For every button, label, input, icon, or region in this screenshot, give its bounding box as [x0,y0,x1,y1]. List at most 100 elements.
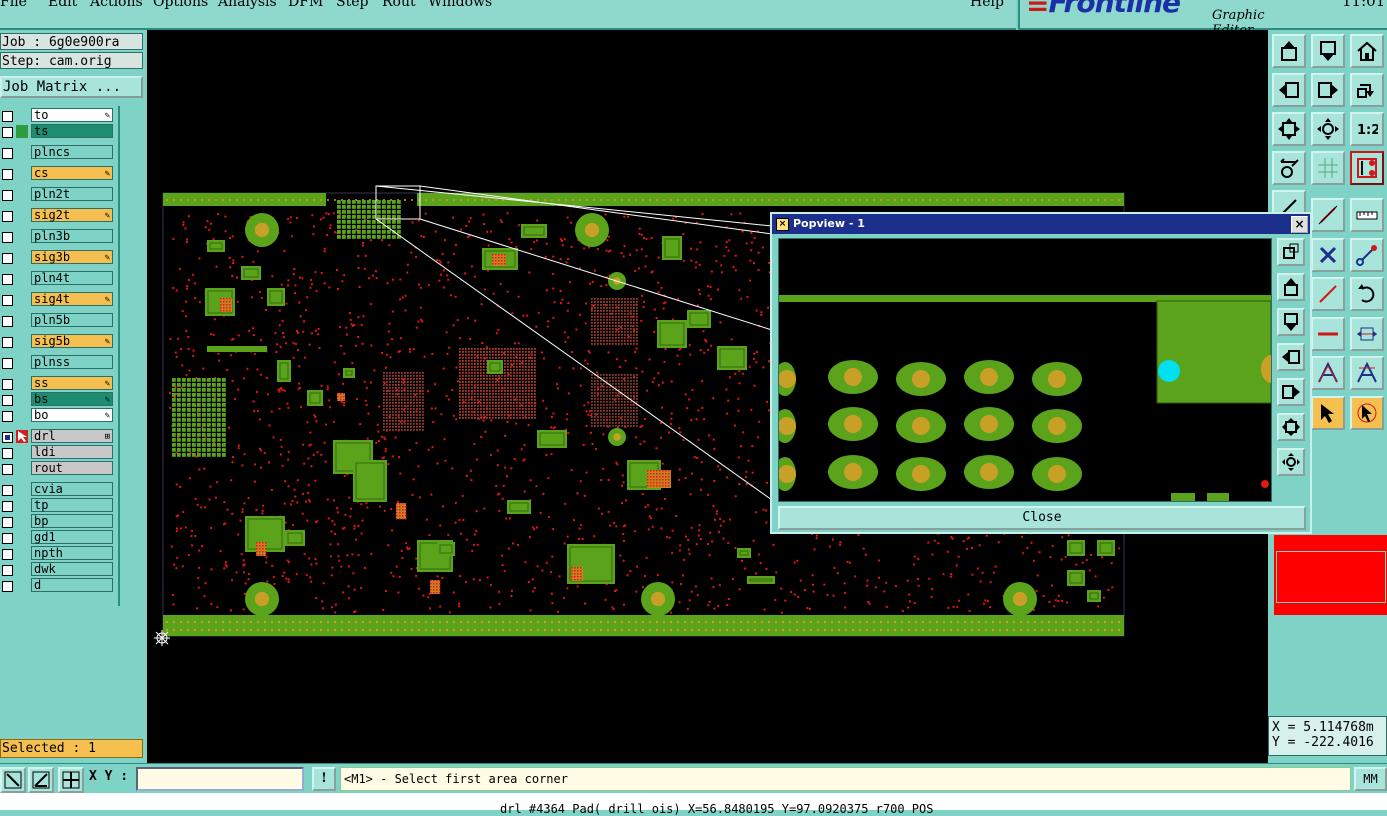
layer-name[interactable]: ss ✎ [31,376,113,390]
execute-button[interactable]: ! [312,767,336,791]
layer-name[interactable]: pln3b [31,229,113,243]
layer-row-sig5b[interactable]: sig5b ✎ [0,334,116,349]
layer-checkbox[interactable] [2,232,13,243]
popview-titlebar[interactable]: × Popview - 1 × [772,214,1310,234]
redraw-icon[interactable] [1350,73,1384,107]
layer-checkbox[interactable] [2,432,13,443]
layer-row-pln2t[interactable]: pln2t [0,187,116,202]
menu-help[interactable]: Help [970,0,1004,10]
layer-active-indicator[interactable] [16,430,28,443]
layer-checkbox[interactable] [2,190,13,201]
layer-name[interactable]: bp [31,514,113,528]
layer-indicator[interactable] [16,462,28,475]
layer-name[interactable]: plncs [31,145,113,159]
text-a-icon[interactable] [1311,356,1345,390]
layer-row-sig2t[interactable]: sig2t ✎ [0,208,116,223]
layer-indicator[interactable] [16,356,28,369]
pv-fit-icon[interactable] [1277,413,1305,441]
text-edit-icon[interactable] [1350,356,1384,390]
layer-checkbox[interactable] [2,501,13,512]
menu-windows[interactable]: Windows [428,0,492,10]
layer-name[interactable]: to ✎ [31,108,113,122]
layer-name[interactable]: pln2t [31,187,113,201]
layer-row-d[interactable]: d [0,578,116,593]
layer-name[interactable]: sig3b ✎ [31,250,113,264]
layer-row-cvia[interactable]: cvia [0,482,116,497]
page-down-button[interactable] [1311,34,1345,68]
layer-row-bo[interactable]: bo ✎ [0,408,116,423]
home-icon[interactable] [1350,34,1384,68]
layer-indicator[interactable] [16,531,28,544]
layer-name[interactable]: cvia [31,482,113,496]
layer-name[interactable]: sig2t ✎ [31,208,113,222]
layer-checkbox[interactable] [2,148,13,159]
menu-rout[interactable]: Rout [382,0,416,10]
layer-row-ts[interactable]: ts [0,124,116,139]
layer-row-npth[interactable]: npth [0,546,116,561]
layer-indicator[interactable] [16,446,28,459]
layer-checkbox[interactable] [2,581,13,592]
pan-right-button[interactable] [1311,73,1345,107]
layer-name[interactable]: cs ✎ [31,166,113,180]
layer-name[interactable]: drl ⊞ [31,429,113,443]
layer-checkbox[interactable] [2,379,13,390]
layer-indicator[interactable] [16,335,28,348]
layer-name[interactable]: pln5b [31,313,113,327]
menu-actions[interactable]: Actions [90,0,143,10]
layer-name[interactable]: ts [31,124,113,138]
menu-options[interactable]: Options [153,0,208,10]
line-icon[interactable] [1311,277,1345,311]
grid-icon[interactable] [1311,151,1345,185]
pv-center-icon[interactable] [1277,448,1305,476]
menu-file[interactable]: File [0,0,27,10]
xy-input[interactable] [136,767,304,791]
menu-dfm[interactable]: DFM [288,0,323,10]
snap-icon[interactable] [1350,151,1384,185]
layer-indicator[interactable] [16,377,28,390]
layer-row-rout[interactable]: rout [0,461,116,476]
scale-1-2-button[interactable]: 1:2 [1350,112,1384,146]
layer-name[interactable]: sig5b ✎ [31,334,113,348]
layer-checkbox[interactable] [2,549,13,560]
ruler-icon[interactable] [1350,198,1384,232]
stretch-icon[interactable] [1350,317,1384,351]
layer-row-tp[interactable]: tp [0,498,116,513]
layer-checkbox[interactable] [2,127,13,138]
layer-checkbox[interactable] [2,533,13,544]
measure-icon[interactable] [1311,198,1345,232]
layer-indicator[interactable] [16,109,28,122]
layer-indicator[interactable] [16,209,28,222]
popview-close-button[interactable]: Close [778,506,1306,530]
layer-checkbox[interactable] [2,337,13,348]
layer-indicator[interactable] [16,188,28,201]
layer-checkbox[interactable] [2,111,13,122]
pan-left-button[interactable] [1272,73,1306,107]
rotate-icon[interactable] [1350,277,1384,311]
layer-checkbox[interactable] [2,485,13,496]
layer-row-bs[interactable]: bs ✎ [0,392,116,407]
layer-name[interactable]: sig4t ✎ [31,292,113,306]
layer-indicator[interactable] [16,167,28,180]
layer-indicator[interactable] [16,515,28,528]
menu-edit[interactable]: Edit [48,0,77,10]
layer-name[interactable]: tp [31,498,113,512]
pv-zoom-icon[interactable] [1277,238,1305,266]
layer-indicator[interactable] [16,393,28,406]
units-button[interactable]: MM [1354,767,1387,791]
layer-checkbox[interactable] [2,517,13,528]
layer-active-indicator[interactable] [16,125,28,138]
layer-indicator[interactable] [16,230,28,243]
layer-name[interactable]: npth [31,546,113,560]
zoom-home-icon[interactable] [1311,112,1345,146]
connect-icon[interactable] [1350,238,1384,272]
layer-name[interactable]: ldi [31,445,113,459]
angle-icon[interactable] [28,767,54,793]
pv-pan-left-icon[interactable] [1277,343,1305,371]
layer-row-ss[interactable]: ss ✎ [0,376,116,391]
window-menu-icon[interactable]: × [776,218,789,231]
draw-line-icon[interactable] [0,767,26,793]
job-matrix-button[interactable]: Job Matrix ... [0,76,143,98]
zoom-fit-icon[interactable] [1272,112,1306,146]
menu-step[interactable]: Step [336,0,368,10]
layer-indicator[interactable] [16,272,28,285]
